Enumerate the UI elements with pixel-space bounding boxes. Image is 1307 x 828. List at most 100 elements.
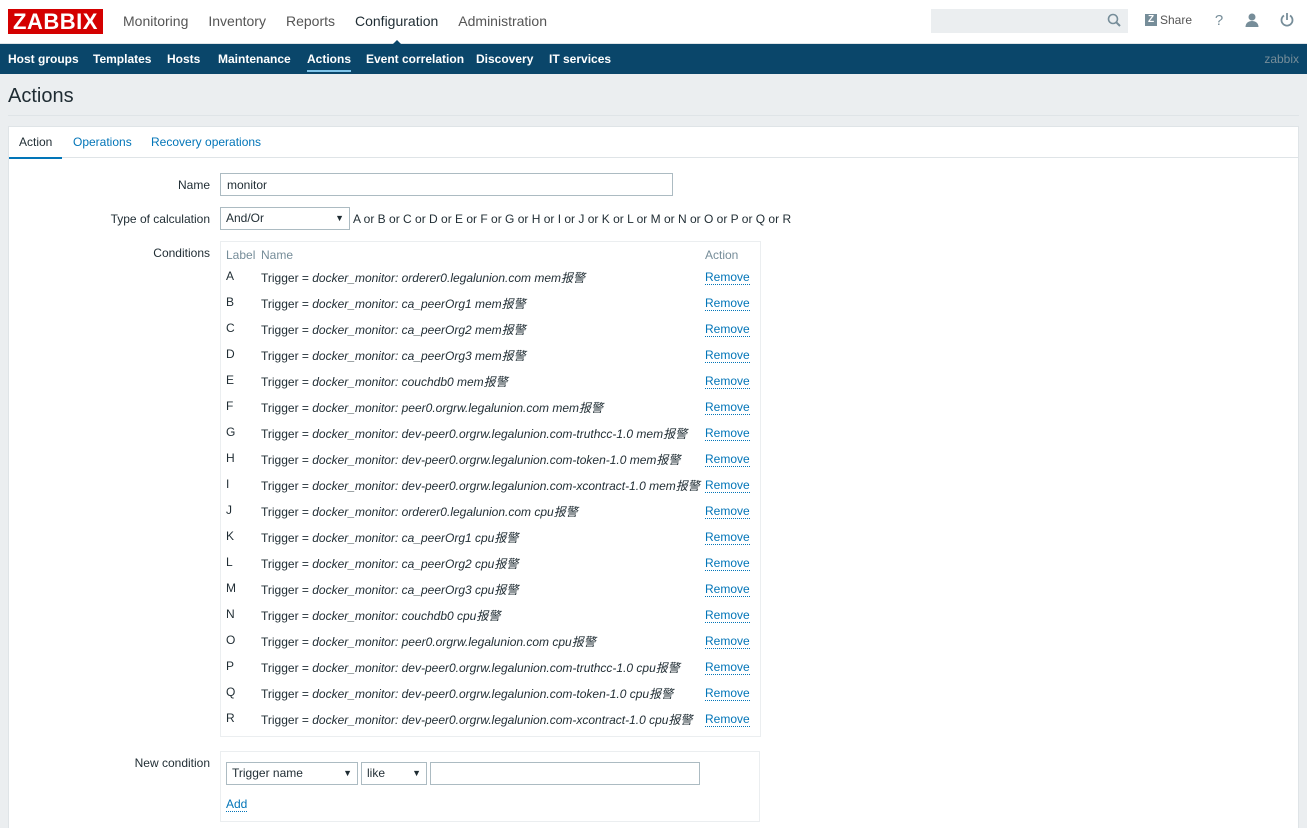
condition-value-input[interactable] (430, 762, 700, 785)
name-field[interactable] (220, 173, 673, 196)
subnav-actions[interactable]: Actions (307, 44, 352, 74)
remove-condition-link[interactable]: Remove (705, 504, 750, 519)
condition-value: docker_monitor: dev-peer0.orgrw.legaluni… (312, 453, 681, 467)
zabbix-logo[interactable]: ZABBIX (8, 9, 103, 34)
condition-prefix: Trigger = (261, 531, 313, 545)
condition-name: Trigger = docker_monitor: peer0.orgrw.le… (261, 399, 603, 416)
subnav-host-groups[interactable]: Host groups (8, 44, 79, 74)
remove-condition-link[interactable]: Remove (705, 296, 750, 311)
condition-name: Trigger = docker_monitor: dev-peer0.orgr… (261, 685, 673, 702)
sub-nav: Host groups Templates Hosts Maintenance … (0, 44, 1307, 74)
calc-type-select[interactable]: And/Or ▼ (220, 207, 350, 230)
dropdown-arrow-icon: ▼ (343, 768, 352, 778)
condition-label: J (226, 503, 232, 517)
remove-condition-link[interactable]: Remove (705, 400, 750, 415)
subnav-maintenance[interactable]: Maintenance (218, 44, 291, 74)
share-button[interactable]: Z Share (1145, 13, 1192, 27)
tab-operations[interactable]: Operations (63, 127, 142, 157)
condition-label: B (226, 295, 235, 309)
remove-condition-link[interactable]: Remove (705, 556, 750, 571)
condition-prefix: Trigger = (261, 687, 313, 701)
page-title: Actions (8, 85, 74, 107)
condition-value: docker_monitor: dev-peer0.orgrw.legaluni… (312, 661, 680, 675)
condition-row: H Trigger = docker_monitor: dev-peer0.org… (226, 451, 756, 477)
remove-condition-link[interactable]: Remove (705, 530, 750, 545)
nav-inventory[interactable]: Inventory (198, 0, 276, 44)
condition-prefix: Trigger = (261, 609, 313, 623)
condition-name: Trigger = docker_monitor: dev-peer0.orgr… (261, 659, 680, 676)
condition-row: L Trigger = docker_monitor: ca_peerOrg2 c… (226, 555, 756, 581)
search-input[interactable] (931, 9, 1128, 33)
condition-prefix: Trigger = (261, 505, 313, 519)
remove-condition-link[interactable]: Remove (705, 634, 750, 649)
condition-prefix: Trigger = (261, 297, 313, 311)
remove-condition-link[interactable]: Remove (705, 374, 750, 389)
conditions-header-action: Action (705, 248, 739, 262)
condition-name: Trigger = docker_monitor: dev-peer0.orgr… (261, 711, 692, 728)
condition-name: Trigger = docker_monitor: dev-peer0.orgr… (261, 451, 680, 468)
nav-reports[interactable]: Reports (276, 0, 345, 44)
condition-value: docker_monitor: couchdb0 cpu报警 (312, 609, 501, 623)
condition-operator-value: like (367, 766, 386, 780)
remove-condition-link[interactable]: Remove (705, 582, 750, 597)
main-nav: Monitoring Inventory Reports Configurati… (113, 0, 557, 46)
help-icon[interactable]: ? (1210, 12, 1228, 30)
server-name: zabbix (1264, 52, 1299, 66)
remove-condition-link[interactable]: Remove (705, 712, 750, 727)
condition-value: docker_monitor: peer0.orgrw.legalunion.c… (312, 401, 604, 415)
power-icon[interactable] (1278, 12, 1296, 30)
condition-name: Trigger = docker_monitor: dev-peer0.orgr… (261, 425, 687, 442)
remove-condition-link[interactable]: Remove (705, 686, 750, 701)
condition-value: docker_monitor: orderer0.legalunion.com … (312, 271, 586, 285)
nav-monitoring[interactable]: Monitoring (113, 0, 198, 44)
subnav-templates[interactable]: Templates (93, 44, 151, 74)
condition-value: docker_monitor: dev-peer0.orgrw.legaluni… (312, 479, 700, 493)
condition-operator-select[interactable]: like ▼ (361, 762, 427, 785)
tab-action[interactable]: Action (9, 127, 63, 159)
subnav-discovery[interactable]: Discovery (476, 44, 533, 74)
condition-prefix: Trigger = (261, 401, 313, 415)
condition-row: A Trigger = docker_monitor: orderer0.lega… (226, 269, 756, 295)
share-label: Share (1160, 13, 1193, 27)
subnav-it-services[interactable]: IT services (549, 44, 611, 74)
condition-row: G Trigger = docker_monitor: dev-peer0.org… (226, 425, 756, 451)
condition-value: docker_monitor: ca_peerOrg1 mem报警 (312, 297, 526, 311)
condition-label: E (226, 373, 235, 387)
condition-name: Trigger = docker_monitor: ca_peerOrg3 me… (261, 347, 526, 364)
nav-administration[interactable]: Administration (448, 0, 557, 44)
remove-condition-link[interactable]: Remove (705, 478, 750, 493)
condition-value: docker_monitor: ca_peerOrg2 cpu报警 (312, 557, 519, 571)
condition-prefix: Trigger = (261, 427, 313, 441)
condition-type-select[interactable]: Trigger name ▼ (226, 762, 358, 785)
condition-prefix: Trigger = (261, 271, 313, 285)
remove-condition-link[interactable]: Remove (705, 608, 750, 623)
condition-row: R Trigger = docker_monitor: dev-peer0.org… (226, 711, 756, 737)
condition-row: D Trigger = docker_monitor: ca_peerOrg3 m… (226, 347, 756, 373)
remove-condition-link[interactable]: Remove (705, 452, 750, 467)
condition-prefix: Trigger = (261, 323, 313, 337)
condition-prefix: Trigger = (261, 375, 313, 389)
remove-condition-link[interactable]: Remove (705, 322, 750, 337)
condition-value: docker_monitor: dev-peer0.orgrw.legaluni… (312, 687, 674, 701)
condition-label: F (226, 399, 234, 413)
condition-label: I (226, 477, 230, 491)
remove-condition-link[interactable]: Remove (705, 660, 750, 675)
condition-label: O (226, 633, 236, 647)
condition-row: E Trigger = docker_monitor: couchdb0 mem报… (226, 373, 756, 399)
nav-configuration[interactable]: Configuration (345, 0, 448, 46)
user-profile-icon[interactable] (1243, 12, 1261, 30)
condition-label: C (226, 321, 235, 335)
add-condition-link[interactable]: Add (226, 797, 248, 812)
condition-value: docker_monitor: peer0.orgrw.legalunion.c… (312, 635, 596, 649)
condition-label: R (226, 711, 235, 725)
remove-condition-link[interactable]: Remove (705, 426, 750, 441)
condition-label: P (226, 659, 235, 673)
remove-condition-link[interactable]: Remove (705, 270, 750, 285)
zabbix-share-icon: Z (1145, 14, 1157, 26)
condition-prefix: Trigger = (261, 713, 313, 727)
subnav-hosts[interactable]: Hosts (167, 44, 200, 74)
tab-recovery-operations[interactable]: Recovery operations (141, 127, 271, 157)
remove-condition-link[interactable]: Remove (705, 348, 750, 363)
subnav-event-correlation[interactable]: Event correlation (366, 44, 464, 74)
search-icon[interactable] (1105, 11, 1125, 31)
